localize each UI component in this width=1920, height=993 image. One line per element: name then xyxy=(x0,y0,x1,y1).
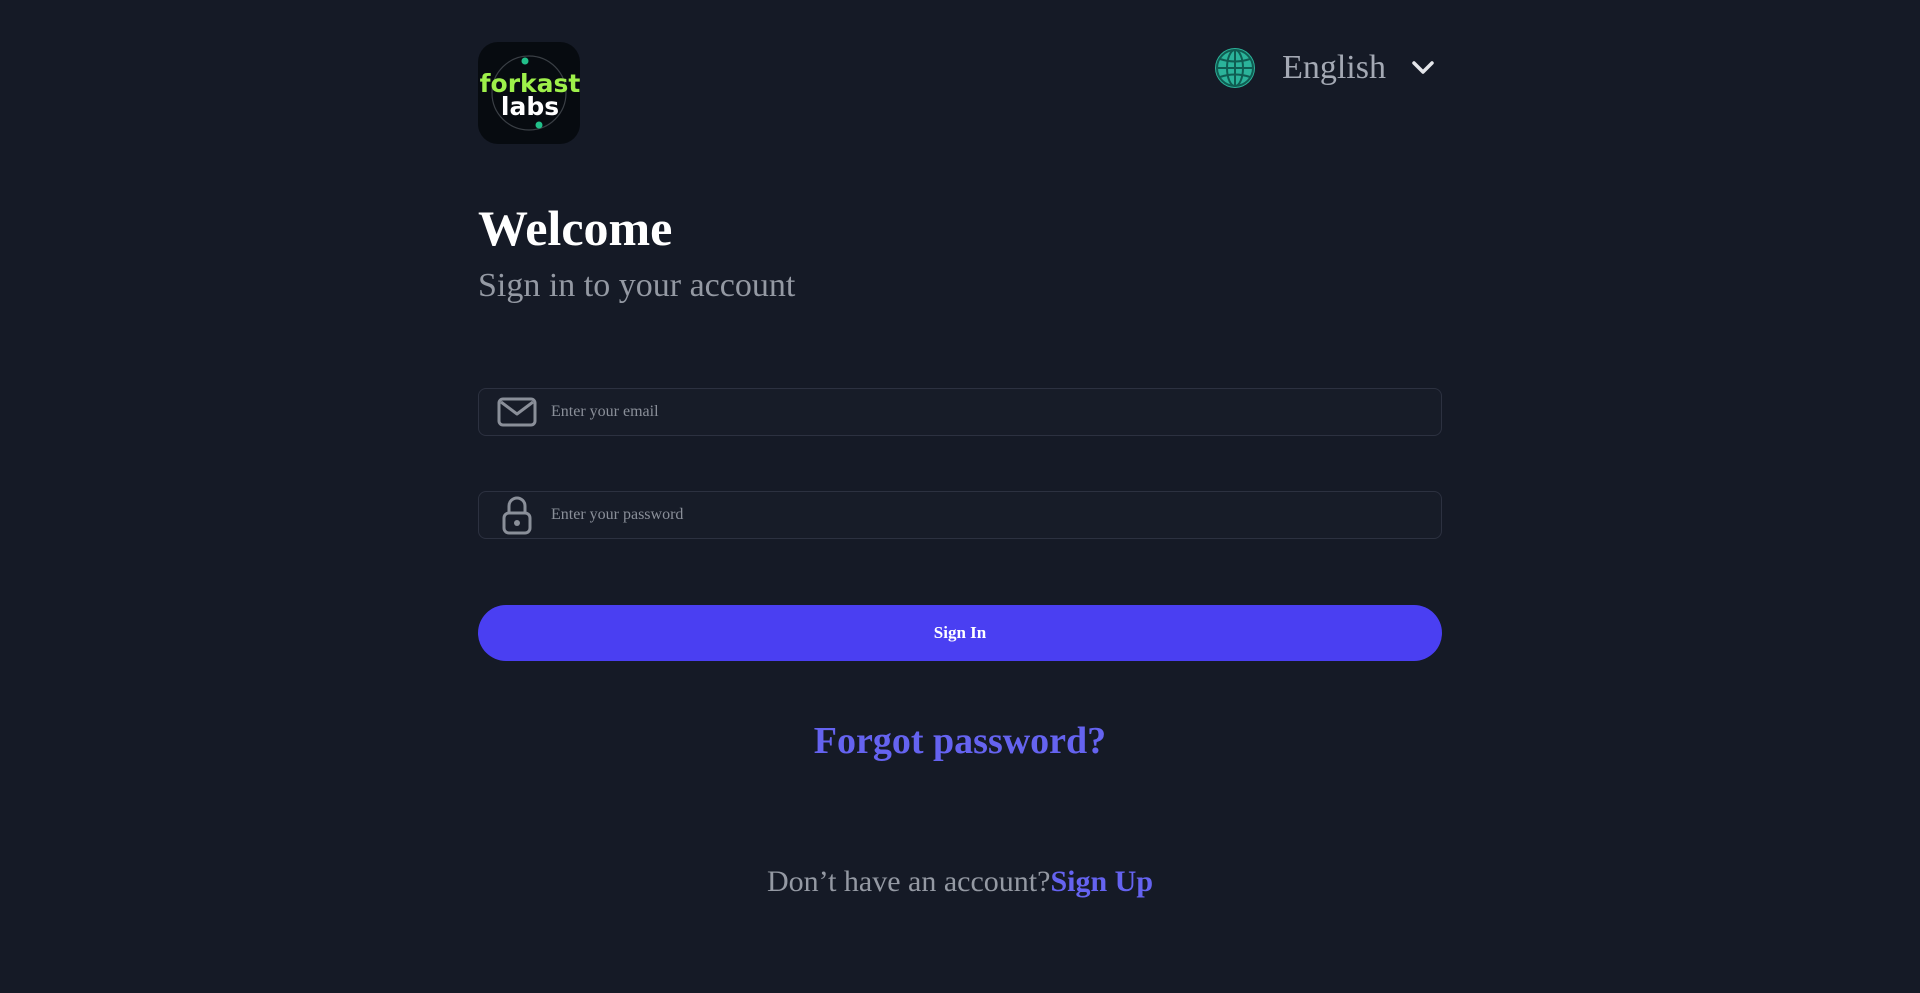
language-selector[interactable]: English xyxy=(1214,44,1442,92)
password-field-container xyxy=(478,491,1442,539)
forgot-password-link[interactable]: Forgot password? xyxy=(478,716,1442,766)
forkast-labs-logo: forkast labs xyxy=(478,42,580,144)
sign-up-link[interactable]: Sign Up xyxy=(1050,865,1153,898)
logo-graphic: forkast labs xyxy=(480,55,580,131)
globe-icon xyxy=(1215,48,1256,88)
signin-page: forkast labs English Welcome Sign in to … xyxy=(478,0,1442,993)
lock-icon xyxy=(502,496,532,535)
password-input[interactable] xyxy=(551,495,1441,535)
chevron-down-icon xyxy=(1412,61,1434,74)
language-label: English xyxy=(1282,49,1386,86)
email-field-container xyxy=(478,388,1442,436)
signup-question: Don’t have an account? xyxy=(766,865,1051,898)
mail-icon xyxy=(497,397,537,427)
sign-in-button[interactable]: Sign In xyxy=(478,605,1442,661)
signup-prompt: Don’t have an account?Sign Up xyxy=(478,862,1442,902)
page-subtitle: Sign in to your account xyxy=(478,267,796,304)
page-title: Welcome xyxy=(478,200,673,256)
logo-bottom-text: labs xyxy=(501,92,559,121)
email-input[interactable] xyxy=(551,392,1441,432)
